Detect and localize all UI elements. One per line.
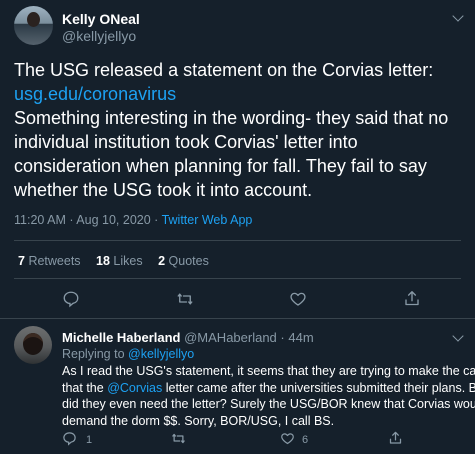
tweet-text: The USG released a statement on the Corv… [14,58,469,202]
reply-text: As I read the USG's statement, it seems … [62,363,475,429]
retweet-icon[interactable] [170,431,187,446]
tweet-link[interactable]: usg.edu/coronavirus [14,82,469,106]
author-handle[interactable]: @MAHaberland [184,330,277,345]
divider [0,318,475,319]
like-icon[interactable] [280,431,295,446]
retweet-icon[interactable] [175,290,195,308]
tweet-text-line: whether the USG took it into account. [14,180,313,200]
tweet-text-line: Something interesting in the wording- th… [14,108,449,128]
avatar[interactable] [14,6,53,45]
reply-icon[interactable] [62,431,77,446]
author-name[interactable]: Michelle Haberland [62,330,180,345]
chevron-down-icon[interactable] [452,10,464,22]
share-icon[interactable] [388,430,403,446]
author-handle[interactable]: @kellyjellyo [62,28,136,44]
likes-count: 18 [96,254,110,268]
mention-link[interactable]: @Corvias [107,381,162,395]
tweet-text-line: individual institution took Corvias' let… [14,132,358,152]
reply-text-line: demand the dorm $$. Sorry, BOR/USG, I ca… [62,413,335,428]
likes-stat[interactable]: 18 Likes [96,254,143,268]
reply-text-line: did they even need the letter? Surely th… [62,397,475,411]
tweet-stats: 7 Retweets 18 Likes 2 Quotes [18,254,221,268]
reply-text-segment: letter came after the universities submi… [162,380,475,395]
reply-text-line: As I read the USG's statement, it seems … [62,364,475,378]
like-count: 6 [302,434,309,446]
quotes-stat[interactable]: 2 Quotes [158,254,209,268]
replying-to: Replying to @kellyjellyo [62,347,194,361]
reply-text-line: that the @Corvias letter came after the … [62,380,475,397]
likes-label: Likes [113,254,143,268]
reply-text-segment: that the [62,380,108,395]
quotes-label: Quotes [168,254,209,268]
quotes-count: 2 [158,254,166,268]
retweets-count: 7 [18,254,25,268]
reply-icon[interactable] [62,290,80,308]
replying-prefix: Replying to [62,347,129,361]
tweet-text-line: consideration when planning for fall. Th… [14,156,427,176]
retweets-label: Retweets [28,254,81,268]
author-name[interactable]: Kelly ONeal [62,11,140,27]
reply-count: 1 [86,434,93,446]
chevron-down-icon[interactable] [452,330,464,342]
tweet-meta: 11:20 AM · Aug 10, 2020 · Twitter Web Ap… [14,213,252,227]
divider [14,240,461,241]
retweets-stat[interactable]: 7 Retweets [18,254,81,268]
timestamp[interactable]: 11:20 AM · Aug 10, 2020 · [14,213,162,227]
reply-time[interactable]: · 44m [280,330,313,345]
share-icon[interactable] [403,289,421,308]
main-tweet: Kelly ONeal @kellyjellyo The USG release… [0,0,475,320]
replying-handle[interactable]: @kellyjellyo [128,347,194,361]
divider [14,278,461,279]
source-app[interactable]: Twitter Web App [162,213,253,227]
tweet-text-line: The USG released a statement on the Corv… [14,60,434,80]
avatar[interactable] [14,326,52,364]
reply-author-line: Michelle Haberland @MAHaberland · 44m [62,330,314,345]
like-icon[interactable] [289,290,307,308]
